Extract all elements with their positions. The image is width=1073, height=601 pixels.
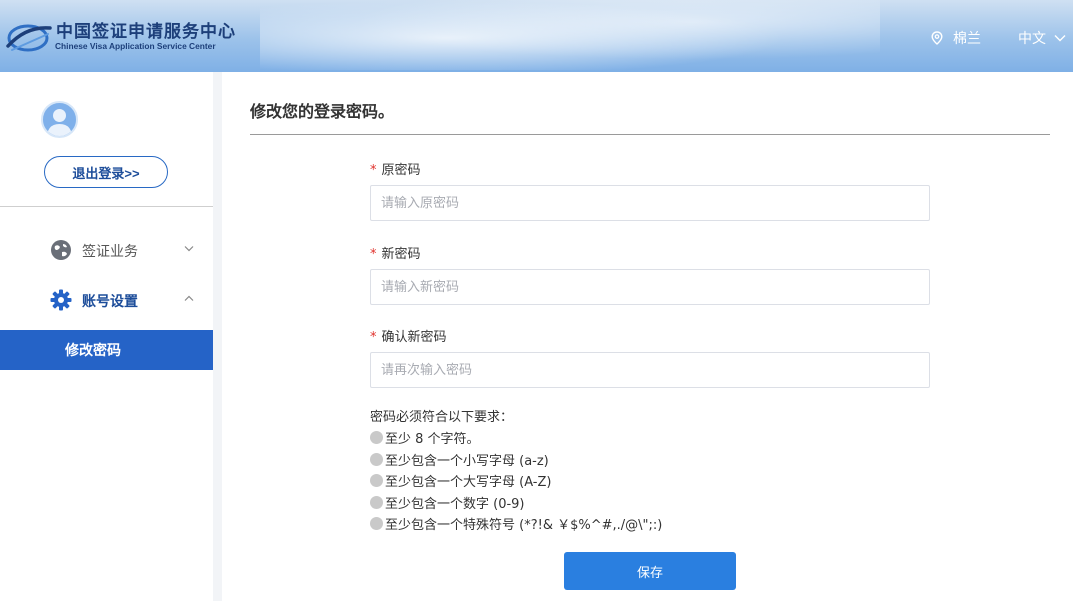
top-header: 中国签证申请服务中心 Chinese Visa Application Serv… bbox=[0, 0, 1073, 72]
status-dot-icon bbox=[370, 453, 383, 466]
globe-icon bbox=[51, 240, 71, 260]
language-selector[interactable]: 中文 bbox=[1018, 28, 1066, 48]
chevron-up-icon bbox=[184, 295, 194, 301]
chevron-down-icon bbox=[184, 246, 194, 252]
sidebar-item-label: 账号设置 bbox=[82, 294, 138, 310]
confirm-password-input[interactable] bbox=[370, 352, 930, 388]
sidebar-subitem-change-password[interactable]: 修改密码 bbox=[0, 330, 213, 370]
save-button[interactable]: 保存 bbox=[564, 552, 736, 590]
main-panel: 修改您的登录密码。 * 原密码 * 新密码 * 确认新密码 密码必须符合以下要求： 至… bbox=[222, 72, 1073, 601]
requirement-item: 至少包含一个数字 (0-9) bbox=[370, 493, 525, 512]
title-divider bbox=[250, 134, 1050, 135]
chevron-down-icon bbox=[1054, 35, 1066, 42]
requirement-item: 至少包含一个特殊符号 (*?!& ￥$%^#,./@\";:) bbox=[370, 514, 662, 533]
gear-icon bbox=[50, 289, 72, 311]
confirm-password-label: * 确认新密码 bbox=[370, 330, 447, 345]
old-password-label: * 原密码 bbox=[370, 163, 421, 178]
requirements-title: 密码必须符合以下要求： bbox=[370, 410, 514, 425]
required-asterisk: * bbox=[370, 247, 377, 262]
status-dot-icon bbox=[370, 517, 383, 530]
new-password-label: * 新密码 bbox=[370, 247, 421, 262]
location-selector[interactable]: 棉兰 bbox=[931, 28, 981, 48]
sidebar-item-label: 签证业务 bbox=[82, 244, 138, 260]
status-dot-icon bbox=[370, 474, 383, 487]
user-silhouette-icon bbox=[47, 109, 72, 136]
sidebar-divider bbox=[0, 206, 213, 207]
site-logo[interactable]: 中国签证申请服务中心 Chinese Visa Application Serv… bbox=[6, 14, 236, 60]
required-asterisk: * bbox=[370, 163, 377, 178]
logo-english-text: Chinese Visa Application Service Center bbox=[55, 41, 216, 51]
language-label: 中文 bbox=[1018, 31, 1046, 47]
required-asterisk: * bbox=[370, 330, 377, 345]
requirement-item: 至少 8 个字符。 bbox=[370, 428, 480, 447]
sidebar-subitem-label: 修改密码 bbox=[65, 343, 121, 359]
sidebar-item-account-settings[interactable]: 账号设置 bbox=[0, 285, 213, 315]
sidebar: 退出登录>> 签证业务 账号设置 修改密码 bbox=[0, 72, 213, 601]
header-cloud-background bbox=[260, 0, 880, 70]
status-dot-icon bbox=[370, 496, 383, 509]
location-label: 棉兰 bbox=[953, 31, 981, 47]
requirement-item: 至少包含一个小写字母 (a-z) bbox=[370, 450, 549, 469]
page-title: 修改您的登录密码。 bbox=[250, 102, 395, 121]
location-pin-icon bbox=[931, 31, 943, 45]
logout-button[interactable]: 退出登录>> bbox=[44, 156, 168, 188]
status-dot-icon bbox=[370, 431, 383, 444]
logo-swoosh-icon bbox=[6, 24, 52, 52]
logo-chinese-text: 中国签证申请服务中心 bbox=[56, 22, 236, 42]
sidebar-item-visa-services[interactable]: 签证业务 bbox=[0, 235, 213, 265]
requirement-item: 至少包含一个大写字母 (A-Z) bbox=[370, 471, 551, 490]
new-password-input[interactable] bbox=[370, 269, 930, 305]
avatar bbox=[41, 101, 78, 138]
old-password-input[interactable] bbox=[370, 185, 930, 221]
